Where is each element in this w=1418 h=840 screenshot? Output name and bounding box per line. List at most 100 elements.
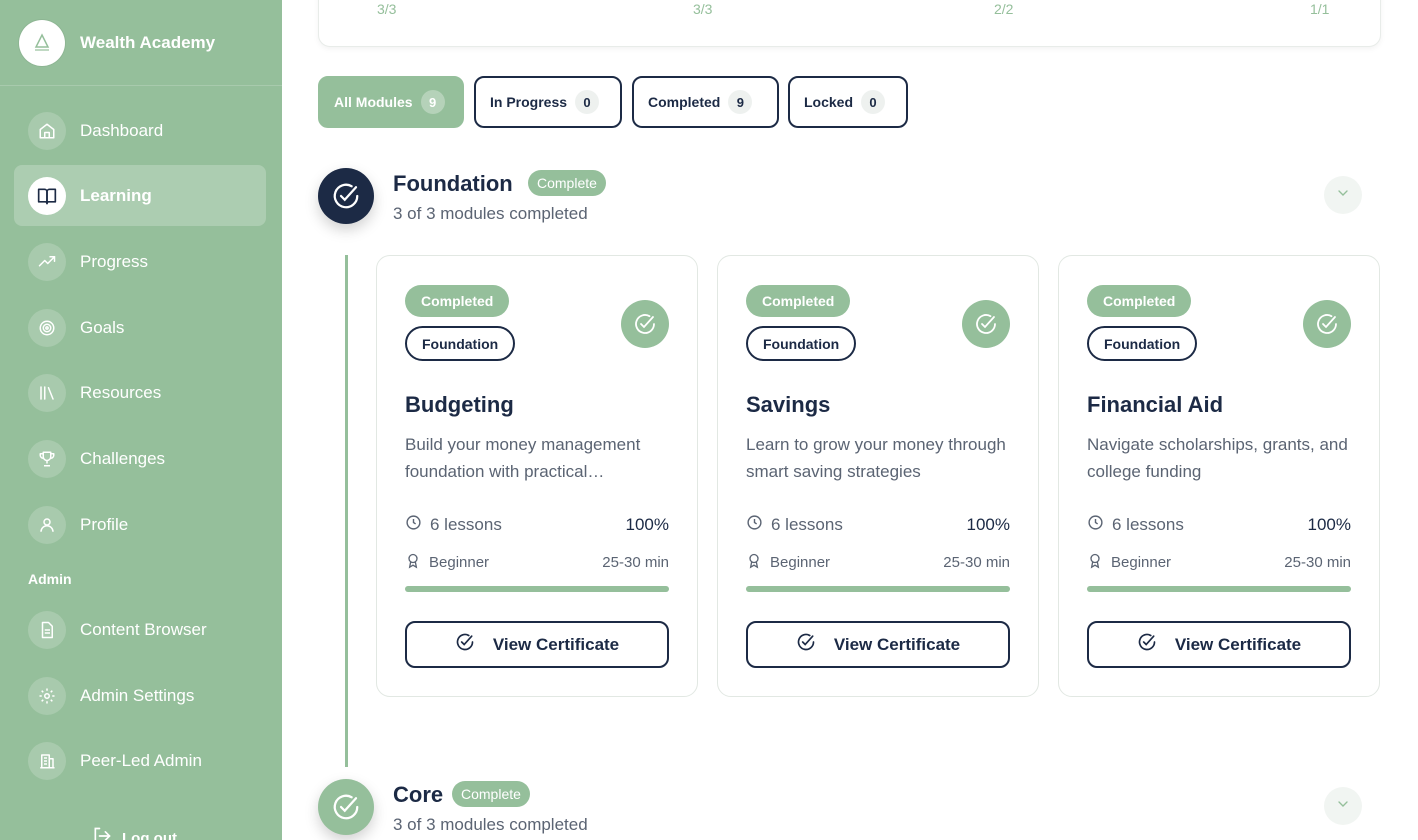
sidebar-item-goals[interactable]: Goals: [14, 297, 266, 358]
sidebar-item-progress[interactable]: Progress: [14, 231, 266, 292]
filter-completed[interactable]: Completed 9: [632, 76, 779, 128]
module-card-savings[interactable]: Completed Foundation Savings Learn to gr…: [717, 255, 1039, 697]
view-certificate-button[interactable]: View Certificate: [1087, 621, 1351, 668]
tier-badge: Foundation: [1087, 326, 1198, 361]
progress-percent: 100%: [966, 515, 1010, 534]
sidebar-item-label: Goals: [80, 317, 125, 337]
clock-icon: [746, 514, 763, 536]
sidebar-item-dashboard[interactable]: Dashboard: [14, 100, 266, 161]
section-collapse-button[interactable]: [1324, 787, 1362, 825]
view-certificate-button[interactable]: View Certificate: [405, 621, 669, 668]
progress-bar-fill: [746, 586, 1010, 592]
sidebar-item-profile[interactable]: Profile: [14, 494, 266, 555]
sidebar-item-label: Challenges: [80, 448, 166, 468]
home-icon: [28, 111, 66, 150]
section-status-icon: [318, 779, 374, 835]
button-label: View Certificate: [492, 634, 620, 654]
module-meta-lessons: 6 lessons 100%: [405, 514, 669, 536]
logout-label: Log out: [122, 829, 177, 840]
sidebar-item-admin-settings[interactable]: Admin Settings: [14, 665, 266, 726]
filter-count: 9: [728, 90, 753, 114]
filter-all-modules[interactable]: All Modules 9: [318, 76, 464, 128]
sidebar-item-resources[interactable]: Resources: [14, 362, 266, 423]
filter-count: 0: [861, 90, 886, 114]
sidebar-item-content-browser[interactable]: Content Browser: [14, 599, 266, 660]
difficulty-level: Beginner: [429, 554, 490, 571]
check-circle-icon: [455, 632, 475, 657]
filter-label: In Progress: [490, 94, 568, 110]
lesson-count: 6 lessons: [1112, 515, 1184, 534]
module-meta-lessons: 6 lessons 100%: [746, 514, 1010, 536]
check-circle-icon: [1137, 632, 1157, 657]
button-label: View Certificate: [1174, 634, 1302, 654]
status-badge: Completed: [405, 285, 510, 317]
chevron-down-icon: [1335, 185, 1351, 206]
sidebar-item-peer-led-admin[interactable]: Peer-Led Admin: [14, 730, 266, 791]
difficulty-level: Beginner: [1111, 554, 1172, 571]
user-icon: [28, 505, 66, 544]
section-collapse-button[interactable]: [1324, 176, 1362, 214]
sidebar-item-label: Admin Settings: [80, 685, 195, 705]
lesson-count: 6 lessons: [430, 515, 502, 534]
check-circle-icon: [962, 300, 1010, 348]
stat-value: 2/2: [994, 1, 1014, 17]
section-status-icon: [318, 168, 374, 224]
lesson-count: 6 lessons: [771, 515, 843, 534]
chevron-down-icon: [1335, 796, 1351, 817]
stat-value: 3/3: [377, 1, 397, 17]
filter-label: All Modules: [334, 94, 413, 110]
section-subtitle: 3 of 3 modules completed: [393, 815, 588, 834]
brand[interactable]: Wealth Academy: [0, 0, 282, 86]
target-icon: [28, 308, 66, 347]
award-icon: [405, 552, 421, 573]
section-complete-badge: Complete: [452, 781, 530, 807]
sidebar-item-challenges[interactable]: Challenges: [14, 428, 266, 489]
progress-bar: [746, 586, 1010, 592]
progress-percent: 100%: [625, 515, 669, 534]
progress-bar-fill: [405, 586, 669, 592]
tier-badge: Foundation: [746, 326, 857, 361]
trending-up-icon: [28, 242, 66, 281]
filter-label: Locked: [804, 94, 854, 110]
clock-icon: [405, 514, 422, 536]
module-meta-level: Beginner 25-30 min: [746, 552, 1010, 573]
module-description: Build your money management foundation w…: [405, 435, 641, 481]
module-card-budgeting[interactable]: Completed Foundation Budgeting Build you…: [376, 255, 698, 697]
module-card-financial-aid[interactable]: Completed Foundation Financial Aid Navig…: [1058, 255, 1380, 697]
module-title: Financial Aid: [1087, 392, 1224, 417]
sidebar-item-label: Learning: [80, 185, 152, 205]
gear-icon: [28, 676, 66, 715]
library-icon: [28, 373, 66, 412]
sidebar-item-learning[interactable]: Learning: [14, 165, 266, 226]
logout-icon: [92, 826, 112, 840]
progress-percent: 100%: [1307, 515, 1351, 534]
check-circle-icon: [621, 300, 669, 348]
filter-in-progress[interactable]: In Progress 0: [474, 76, 622, 128]
stats-card: 3/3 3/3 2/2 1/1: [318, 0, 1381, 47]
trophy-icon: [28, 439, 66, 478]
sidebar-item-label: Peer-Led Admin: [80, 750, 202, 770]
sidebar-item-label: Resources: [80, 382, 162, 402]
logout-button[interactable]: Log out: [92, 826, 177, 840]
award-icon: [746, 552, 762, 573]
module-meta-level: Beginner 25-30 min: [405, 552, 669, 573]
module-title: Savings: [746, 392, 831, 417]
view-certificate-button[interactable]: View Certificate: [746, 621, 1010, 668]
check-circle-icon: [796, 632, 816, 657]
module-title: Budgeting: [405, 392, 514, 417]
filter-count: 9: [420, 90, 445, 114]
section-title: Foundation: [393, 171, 513, 196]
filter-label: Completed: [648, 94, 721, 110]
duration: 25-30 min: [1284, 554, 1351, 571]
book-icon: [28, 176, 66, 215]
filter-locked[interactable]: Locked 0: [788, 76, 908, 128]
module-description: Navigate scholarships, grants, and colle…: [1087, 435, 1348, 481]
brand-name: Wealth Academy: [80, 32, 216, 52]
sidebar: Wealth Academy Dashboard Learning Progre…: [0, 0, 282, 840]
progress-bar: [405, 586, 669, 592]
section-title: Core: [393, 782, 444, 807]
sidebar-item-label: Dashboard: [80, 120, 164, 140]
award-icon: [1087, 552, 1103, 573]
status-badge: Completed: [1087, 285, 1192, 317]
module-description: Learn to grow your money through smart s…: [746, 435, 1006, 481]
